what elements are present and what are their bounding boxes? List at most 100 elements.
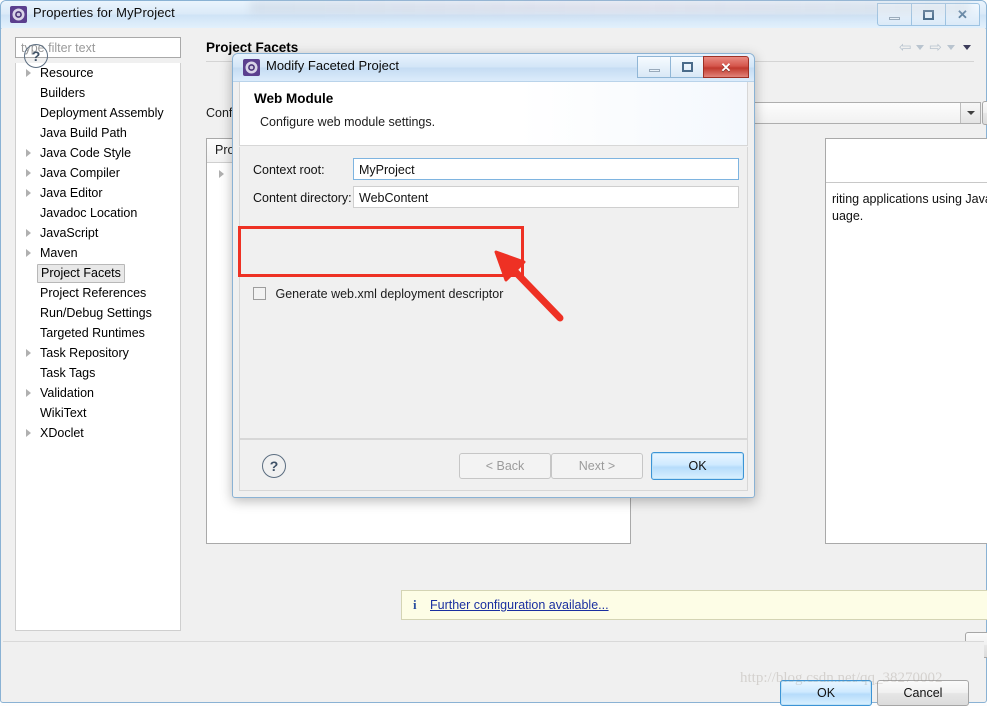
expand-chevron-icon[interactable] xyxy=(26,229,31,237)
sidebar-item-project-facets[interactable]: Project Facets xyxy=(16,263,180,283)
sidebar-item-java-compiler[interactable]: Java Compiler xyxy=(16,163,180,183)
close-icon: ✕ xyxy=(720,59,732,75)
sidebar-item-validation[interactable]: Validation xyxy=(16,383,180,403)
sidebar-item-label: XDoclet xyxy=(40,426,84,440)
sidebar-item-label: Builders xyxy=(40,86,86,100)
sidebar-item-builders[interactable]: Builders xyxy=(16,83,180,103)
configuration-label: Conf xyxy=(206,106,233,120)
sidebar-item-label: Project References xyxy=(40,286,147,300)
close-icon: ✕ xyxy=(957,7,968,22)
dialog-ok-button[interactable]: OK xyxy=(651,452,744,480)
sidebar-item-javascript[interactable]: JavaScript xyxy=(16,223,180,243)
sidebar-item-label: Java Editor xyxy=(40,186,103,200)
sidebar-item-label: Task Repository xyxy=(40,346,129,360)
expand-chevron-icon[interactable] xyxy=(26,389,31,397)
content-directory-label: Content directory: xyxy=(253,191,352,205)
close-button[interactable]: ✕ xyxy=(945,3,980,26)
watermark: http://blog.csdn.net/qq_38270002 xyxy=(740,670,943,686)
settings-tree[interactable]: Resource Builders Deployment Assembly Java … xyxy=(15,63,181,631)
sidebar-item-label: Validation xyxy=(40,386,94,400)
sidebar-item-java-build-path[interactable]: Java Build Path xyxy=(16,123,180,143)
expand-chevron-icon[interactable] xyxy=(219,170,224,178)
sidebar-item-label: Project Facets xyxy=(37,264,125,283)
sidebar-item-task-repository[interactable]: Task Repository xyxy=(16,343,180,363)
window-title-bar: Properties for MyProject ✕ xyxy=(1,1,986,29)
modify-faceted-project-dialog: Modify Faceted Project ✕ Web Module Conf… xyxy=(232,53,755,498)
dialog-title-bar: Modify Faceted Project ✕ xyxy=(233,54,754,82)
help-icon[interactable]: ? xyxy=(262,454,286,478)
sidebar-item-label: Resource xyxy=(40,66,94,80)
sidebar-item-label: JavaScript xyxy=(40,226,99,240)
sidebar-item-maven[interactable]: Maven xyxy=(16,243,180,263)
sidebar-item-deployment-assembly[interactable]: Deployment Assembly xyxy=(16,103,180,123)
window-controls: ✕ xyxy=(877,3,980,26)
sidebar-item-label: WikiText xyxy=(40,406,87,420)
facet-description-panel: riting applications using Java uage. xyxy=(825,138,987,544)
dialog-close-button[interactable]: ✕ xyxy=(703,56,749,78)
sidebar-item-java-editor[interactable]: Java Editor xyxy=(16,183,180,203)
help-icon[interactable]: ? xyxy=(24,44,48,68)
sidebar-item-label: Run/Debug Settings xyxy=(40,306,152,320)
back-history-chevron-icon[interactable] xyxy=(916,45,925,50)
eclipse-properties-icon xyxy=(10,6,27,23)
sidebar-item-label: Task Tags xyxy=(40,366,96,380)
dialog-maximize-button[interactable] xyxy=(670,56,704,78)
content-directory-input[interactable]: WebContent xyxy=(353,186,739,208)
sidebar-item-label: Java Build Path xyxy=(40,126,127,140)
minimize-button[interactable] xyxy=(877,3,912,26)
sidebar-item-label: Maven xyxy=(40,246,78,260)
context-root-label: Context root: xyxy=(253,163,325,177)
chevron-down-icon[interactable] xyxy=(963,45,971,50)
back-button[interactable]: < Back xyxy=(459,453,551,479)
sidebar-item-run-debug-settings[interactable]: Run/Debug Settings xyxy=(16,303,180,323)
sidebar-item-task-tags[interactable]: Task Tags xyxy=(16,363,180,383)
dialog-header: Web Module Configure web module settings… xyxy=(239,82,748,146)
dialog-footer: ? < Back Next > OK xyxy=(239,439,748,491)
info-bar: i Further configuration available... xyxy=(401,590,987,620)
window-title: Properties for MyProject xyxy=(33,5,175,20)
arrow-right-icon[interactable]: ⇨ xyxy=(929,40,942,55)
save-as-button[interactable]: Save As... xyxy=(982,101,987,125)
description-text: riting applications using Java uage. xyxy=(832,192,987,223)
expand-chevron-icon[interactable] xyxy=(26,149,31,157)
expand-chevron-icon[interactable] xyxy=(26,429,31,437)
dialog-window-controls: ✕ xyxy=(637,56,749,78)
sidebar-item-javadoc-location[interactable]: Javadoc Location xyxy=(16,203,180,223)
sidebar-item-label: Deployment Assembly xyxy=(40,106,164,120)
sidebar-item-targeted-runtimes[interactable]: Targeted Runtimes xyxy=(16,323,180,343)
sidebar-item-wikitext[interactable]: WikiText xyxy=(16,403,180,423)
generate-webxml-label[interactable]: Generate web.xml deployment descriptor xyxy=(275,287,503,301)
dialog-title: Modify Faceted Project xyxy=(266,58,399,73)
generate-webxml-checkbox[interactable] xyxy=(253,287,266,300)
sidebar-item-project-references[interactable]: Project References xyxy=(16,283,180,303)
expand-chevron-icon[interactable] xyxy=(26,69,31,77)
next-button[interactable]: Next > xyxy=(551,453,643,479)
sidebar-item-java-code-style[interactable]: Java Code Style xyxy=(16,143,180,163)
expand-chevron-icon[interactable] xyxy=(26,249,31,257)
sidebar-item-label: Javadoc Location xyxy=(40,206,138,220)
expand-chevron-icon[interactable] xyxy=(26,189,31,197)
generate-webxml-row[interactable]: Generate web.xml deployment descriptor xyxy=(253,287,503,301)
description-divider xyxy=(826,182,987,183)
dialog-subheading: Configure web module settings. xyxy=(260,115,436,129)
expand-chevron-icon[interactable] xyxy=(26,349,31,357)
eclipse-properties-icon xyxy=(243,59,260,76)
expand-chevron-icon[interactable] xyxy=(26,169,31,177)
panel-splitter[interactable] xyxy=(795,138,799,544)
dialog-body: Context root: MyProject Content director… xyxy=(239,147,748,439)
maximize-button[interactable] xyxy=(911,3,946,26)
dialog-minimize-button[interactable] xyxy=(637,56,671,78)
info-icon: i xyxy=(413,597,417,612)
sidebar-item-xdoclet[interactable]: XDoclet xyxy=(16,423,180,443)
sidebar-item-label: Java Compiler xyxy=(40,166,120,180)
page-nav: ⇦ ⇨ xyxy=(899,40,974,55)
sidebar-item-label: Java Code Style xyxy=(40,146,132,160)
sidebar-item-label: Targeted Runtimes xyxy=(40,326,145,340)
arrow-left-icon[interactable]: ⇦ xyxy=(899,40,912,55)
screen: Properties for MyProject ✕ type filter t… xyxy=(0,0,987,706)
further-configuration-link[interactable]: Further configuration available... xyxy=(430,598,609,612)
forward-history-chevron-icon[interactable] xyxy=(947,45,955,50)
dialog-heading: Web Module xyxy=(254,91,334,106)
chevron-down-icon[interactable] xyxy=(960,103,980,123)
context-root-input[interactable]: MyProject xyxy=(353,158,739,180)
